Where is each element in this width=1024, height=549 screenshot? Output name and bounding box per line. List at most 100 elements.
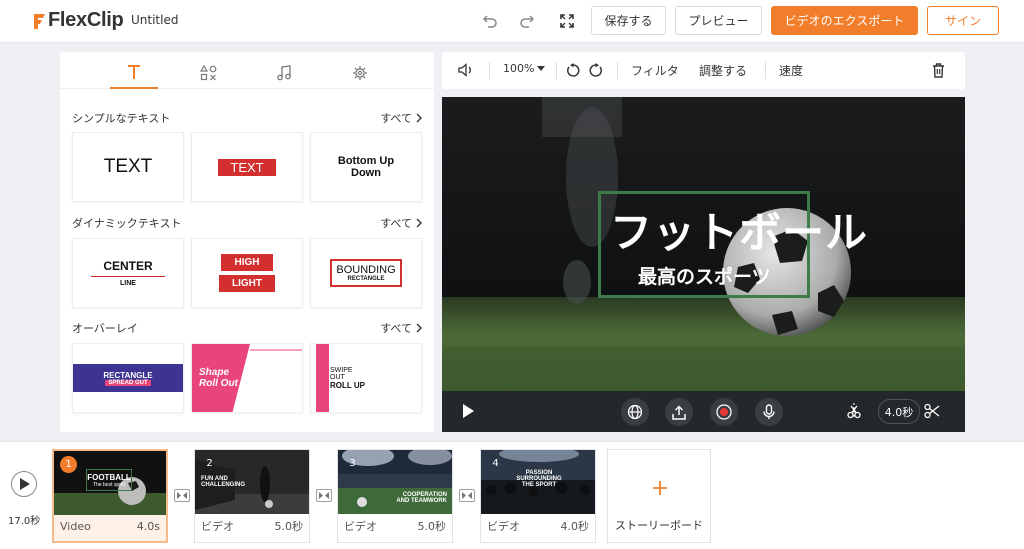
clip-duration[interactable]: 4.0秒 [878,399,920,424]
trash-icon[interactable] [932,63,945,78]
clip-duration-label: 5.0秒 [417,520,447,533]
card-text: Down [351,167,381,179]
see-all-link[interactable]: すべて [380,215,422,231]
transition-button[interactable] [316,489,332,502]
tab-music[interactable] [260,56,308,89]
overlay-template-card[interactable]: Shape Roll Out [191,343,303,413]
bounding-rectangle: BOUNDING RECTANGLE [330,259,402,287]
preview-button[interactable]: プレビュー [675,6,762,35]
card-text: SWIPE [330,366,353,374]
thumb-text: AND TEAMWORK [396,498,447,504]
separator [765,62,766,79]
section-dynamic-text: ダイナミックテキスト すべて [72,215,422,231]
overlay-template-card[interactable]: SWIPE OUT ROLL UP [310,343,422,413]
chevron-right-icon [416,323,422,333]
volume-icon[interactable] [458,63,474,77]
filter-button[interactable]: フィルタ [631,62,679,79]
text-template-card[interactable]: HIGH LIGHT [191,238,303,308]
text-template-card[interactable]: BOUNDING RECTANGLE [310,238,422,308]
timeline-clip[interactable]: FUN AND CHALLENGING 2 ビデオ 5.0秒 [194,449,310,543]
thumb-text-group: PASSION SURROUNDING THE SPORT [481,470,595,488]
redo-icon[interactable] [518,12,536,30]
panel-tabs [60,52,434,89]
storyboard-button[interactable]: ストーリーボード [607,449,711,543]
tab-elements[interactable] [185,56,233,89]
center-line-rule [91,276,165,277]
text-template-card[interactable]: TEXT [191,132,303,202]
record-icon[interactable] [710,398,738,426]
clip-number-badge: 2 [206,458,213,469]
timeline-clip[interactable]: FOOTBALL The best sport 1 Video 4.0s [52,449,168,543]
text-icon [128,64,140,79]
see-all-label: すべて [380,112,412,125]
tab-text[interactable] [110,56,158,89]
upload-icon[interactable] [665,398,693,426]
clip-name: Video [60,520,91,533]
mic-icon[interactable] [755,398,783,426]
caret-down-icon [537,65,546,71]
export-video-button[interactable]: ビデオのエクスポート [771,6,918,35]
card-text: CENTER [103,259,153,273]
rotate-right-icon[interactable] [588,63,603,78]
globe-icon[interactable] [621,398,649,426]
overlay-template-card[interactable]: RECTANGLE SPREAD OUT [72,343,184,413]
text-template-card[interactable]: TEXT [72,132,184,202]
zoom-select[interactable]: 100% [503,62,546,75]
card-text: Shape [199,367,230,378]
music-icon [277,64,291,80]
card-text: HIGH [221,254,273,271]
play-icon[interactable] [462,404,474,418]
elements-icon [200,64,217,80]
separator [556,62,557,79]
play-icon [20,478,30,490]
scissors-icon[interactable] [924,403,940,419]
shape-text: Shape Roll Out [199,367,238,389]
project-title[interactable]: Untitled [131,13,178,27]
see-all-link[interactable]: すべて [380,320,422,336]
video-canvas[interactable]: フットボール 最高のスポーツ [442,97,965,391]
adjust-button[interactable]: 調整する [699,62,747,79]
clip-name: ビデオ [487,520,520,533]
speed-button[interactable]: 速度 [779,62,803,79]
tab-settings[interactable] [336,56,384,89]
thumb-text: The best sport [93,481,125,488]
fullscreen-icon[interactable] [558,12,576,30]
thumb-text-group: FUN AND CHALLENGING [201,476,245,488]
swipe-bar [316,344,329,412]
brand-name: FlexClip [48,9,124,31]
card-text: LIGHT [219,275,275,292]
see-all-label: すべて [380,322,412,335]
plus-icon [653,481,667,495]
thumb-text: CHALLENGING [201,482,245,488]
text-template-card[interactable]: CENTER LINE [72,238,184,308]
timeline-play-button[interactable] [11,471,37,497]
see-all-link[interactable]: すべて [380,110,422,126]
clip-number-badge: 3 [349,458,356,469]
canvas-subtitle[interactable]: 最高のスポーツ [638,262,771,289]
total-duration: 17.0秒 [8,516,41,527]
transition-button[interactable] [174,489,190,502]
clip-number-badge: 4 [492,458,499,469]
top-bar: FlexClip Untitled 保存する プレビュー ビデオのエクスポート … [0,0,1024,43]
card-text: SPREAD OUT [105,379,151,386]
timeline-clip[interactable]: COOPERATION AND TEAMWORK 3 ビデオ 5.0秒 [337,449,453,543]
separator [489,62,490,79]
undo-icon[interactable] [481,12,499,30]
card-text: ROLL UP [330,380,365,390]
clip-number-badge: 1 [60,456,77,473]
split-icon[interactable] [846,403,862,419]
card-text: RECTANGLE [347,276,385,282]
rotate-left-icon[interactable] [566,63,581,78]
flexclip-logo[interactable]: FlexClip [32,9,124,32]
timeline-clip[interactable]: PASSION SURROUNDING THE SPORT 4 ビデオ 4.0秒 [480,449,596,543]
text-template-card[interactable]: Bottom Up Down [310,132,422,202]
signin-button[interactable]: サイン [927,6,999,35]
thumb-text-group: COOPERATION AND TEAMWORK [396,492,447,504]
canvas-title[interactable]: フットボール [610,199,868,260]
card-text: LINE [120,280,136,287]
section-title: ダイナミックテキスト [72,217,182,230]
transition-button[interactable] [459,489,475,502]
text-library-panel: シンプルなテキスト すべて TEXT TEXT Bottom Up Down ダ… [60,52,434,432]
logo-mark-icon [34,13,45,29]
save-button[interactable]: 保存する [591,6,666,35]
